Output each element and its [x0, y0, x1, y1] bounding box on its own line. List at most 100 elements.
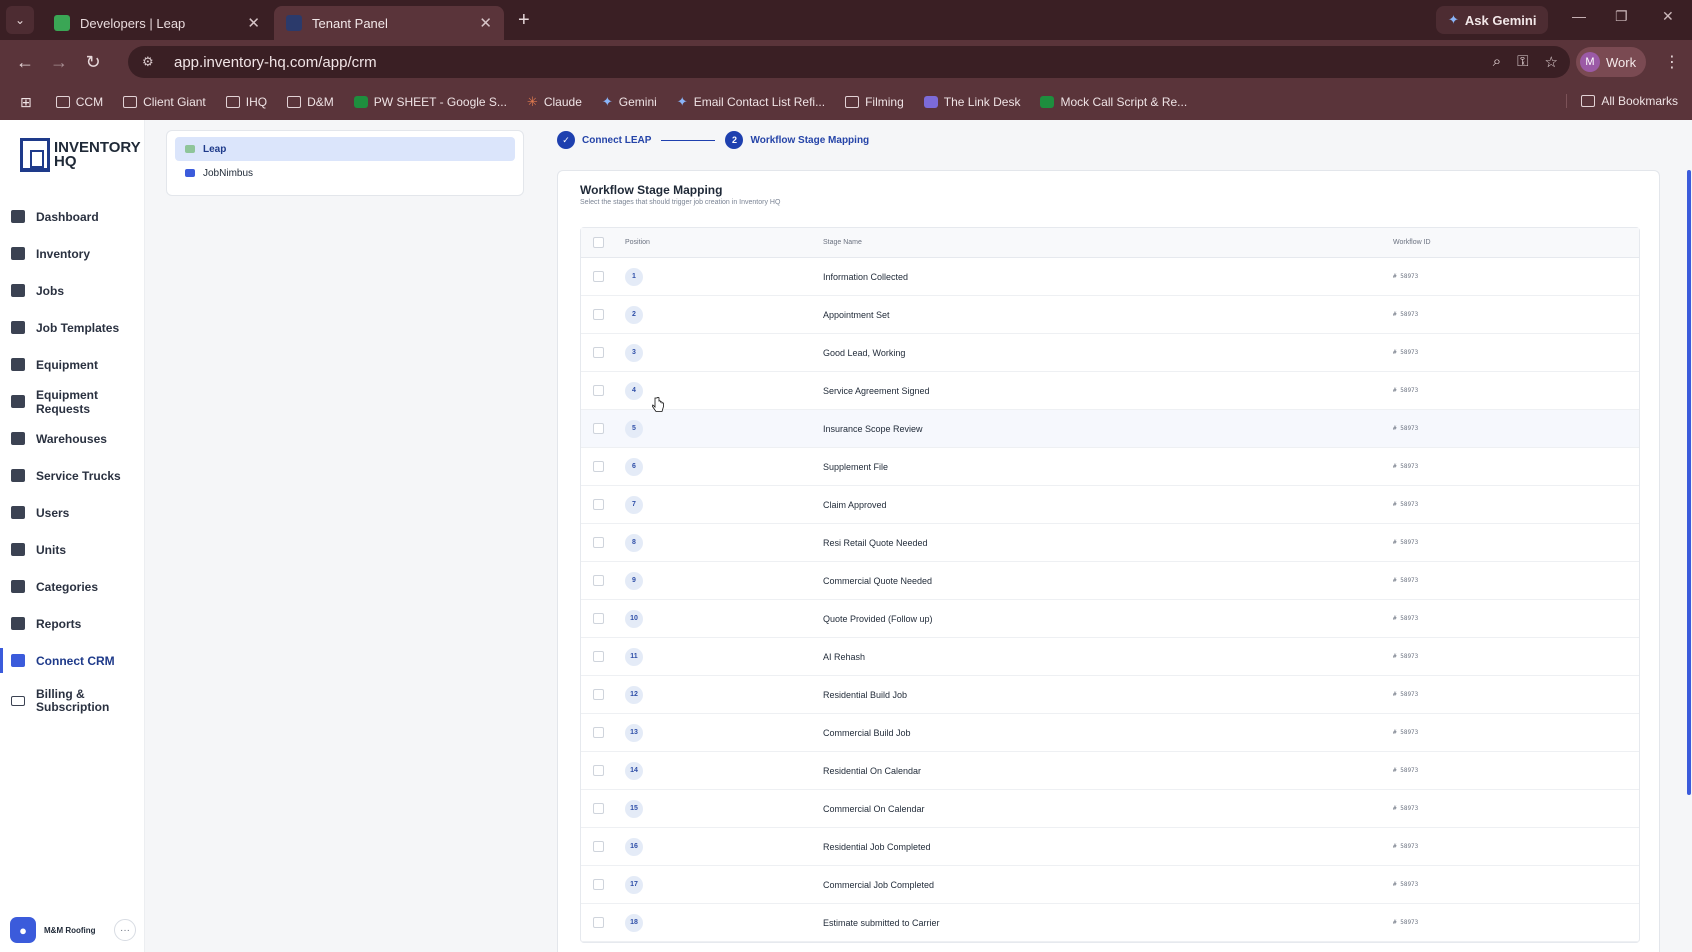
row-checkbox[interactable]	[593, 347, 604, 358]
profile-button[interactable]: M Work	[1576, 47, 1647, 77]
sidebar-item-jobs[interactable]: Jobs	[0, 272, 145, 309]
bookmark-gemini[interactable]: ✦ Gemini	[594, 94, 665, 110]
zoom-icon[interactable]: ⌕	[1493, 53, 1501, 71]
address-bar[interactable]: ⚙ app.inventory-hq.com/app/crm ⌕ ⚿ ☆	[128, 46, 1570, 78]
row-checkbox[interactable]	[593, 461, 604, 472]
stage-name: Good Lead, Working	[823, 347, 906, 358]
apps-grid-icon[interactable]: ⊞	[12, 94, 44, 111]
sidebar-item-units[interactable]: Units	[0, 531, 145, 568]
inventory-hq-logo[interactable]: INVENTORY HQ	[20, 138, 141, 172]
row-checkbox[interactable]	[593, 727, 604, 738]
user-more-button[interactable]: ···	[114, 919, 136, 941]
bookmark-claude[interactable]: ✳ Claude	[519, 94, 590, 110]
row-checkbox[interactable]	[593, 423, 604, 434]
row-checkbox[interactable]	[593, 385, 604, 396]
table-row[interactable]: 12 Residential Build Job # 58973	[581, 676, 1639, 714]
stage-name: Quote Provided (Follow up)	[823, 613, 933, 624]
sidebar-item-categories[interactable]: Categories	[0, 568, 145, 605]
browser-toolbar: ← → ↻ ⚙ app.inventory-hq.com/app/crm ⌕ ⚿…	[0, 40, 1692, 84]
table-row[interactable]: 10 Quote Provided (Follow up) # 58973	[581, 600, 1639, 638]
bookmark-the-link-desk[interactable]: The Link Desk	[916, 95, 1029, 109]
crm-item-jobnimbus[interactable]: JobNimbus	[175, 161, 515, 185]
bookmark-star-icon[interactable]: ☆	[1545, 53, 1558, 71]
bookmark-pw-sheet[interactable]: PW SHEET - Google S...	[346, 95, 515, 109]
bookmark-label: Email Contact List Refi...	[693, 95, 826, 109]
table-row[interactable]: 2 Appointment Set # 58973	[581, 296, 1639, 334]
sidebar-item-billing-subscription[interactable]: Billing & Subscription	[0, 679, 145, 723]
sidebar-item-service-trucks[interactable]: Service Trucks	[0, 457, 145, 494]
table-row[interactable]: 14 Residential On Calendar # 58973	[581, 752, 1639, 790]
new-tab-plus-icon[interactable]: +	[518, 9, 530, 32]
table-row[interactable]: 11 AI Rehash # 58973	[581, 638, 1639, 676]
site-info-icon[interactable]: ⚙	[142, 54, 162, 70]
reload-icon[interactable]: ↻	[76, 52, 110, 73]
close-tab-icon[interactable]: ✕	[247, 14, 260, 32]
bookmark-filming[interactable]: Filming	[837, 95, 912, 109]
table-row[interactable]: 17 Commercial Job Completed # 58973	[581, 866, 1639, 904]
row-checkbox[interactable]	[593, 309, 604, 320]
sidebar-item-job-templates[interactable]: Job Templates	[0, 309, 145, 346]
bookmark-client-giant[interactable]: Client Giant	[115, 95, 214, 109]
bookmark-email-contact-list[interactable]: ✦ Email Contact List Refi...	[669, 94, 833, 110]
crm-item-leap[interactable]: Leap	[175, 137, 515, 161]
sidebar-item-equipment-requests[interactable]: Equipment Requests	[0, 383, 145, 420]
sidebar-item-users[interactable]: Users	[0, 494, 145, 531]
table-row[interactable]: 3 Good Lead, Working # 58973	[581, 334, 1639, 372]
row-checkbox[interactable]	[593, 537, 604, 548]
row-checkbox[interactable]	[593, 917, 604, 928]
back-arrow-icon[interactable]: ←	[8, 52, 42, 73]
table-row[interactable]: 15 Commercial On Calendar # 58973	[581, 790, 1639, 828]
row-checkbox[interactable]	[593, 803, 604, 814]
row-checkbox[interactable]	[593, 879, 604, 890]
page-scrollbar[interactable]	[1687, 170, 1691, 795]
table-row[interactable]: 8 Resi Retail Quote Needed # 58973	[581, 524, 1639, 562]
ask-gemini-button[interactable]: ✦ Ask Gemini	[1436, 6, 1549, 34]
table-row[interactable]: 7 Claim Approved # 58973	[581, 486, 1639, 524]
close-tab-icon[interactable]: ✕	[479, 14, 492, 32]
all-bookmarks[interactable]: All Bookmarks	[1566, 94, 1678, 108]
user-account[interactable]: ● M&M Roofing ···	[10, 916, 136, 944]
row-checkbox[interactable]	[593, 499, 604, 510]
bookmark-mock-call-script[interactable]: Mock Call Script & Re...	[1032, 95, 1195, 109]
table-row[interactable]: 1 Information Collected # 58973	[581, 258, 1639, 296]
table-row[interactable]: 18 Estimate submitted to Carrier # 58973	[581, 904, 1639, 942]
table-row[interactable]: 13 Commercial Build Job # 58973	[581, 714, 1639, 752]
row-checkbox[interactable]	[593, 651, 604, 662]
row-checkbox[interactable]	[593, 841, 604, 852]
minimize-window-icon[interactable]: —	[1572, 8, 1586, 24]
forward-arrow-icon[interactable]: →	[42, 52, 76, 73]
row-checkbox[interactable]	[593, 765, 604, 776]
browser-menu-icon[interactable]: ⋮	[1664, 52, 1680, 72]
restore-window-icon[interactable]: ❐	[1615, 8, 1628, 25]
sidebar-item-inventory[interactable]: Inventory	[0, 235, 145, 272]
sidebar-item-dashboard[interactable]: Dashboard	[0, 198, 145, 235]
row-checkbox[interactable]	[593, 613, 604, 624]
sidebar-item-warehouses[interactable]: Warehouses	[0, 420, 145, 457]
tab-search-chevron-icon[interactable]: ⌄	[6, 6, 34, 34]
sidebar-item-equipment[interactable]: Equipment	[0, 346, 145, 383]
close-window-icon[interactable]: ✕	[1662, 8, 1674, 25]
position-badge: 1	[625, 267, 643, 286]
sidebar-item-connect-crm[interactable]: Connect CRM	[0, 642, 145, 679]
row-checkbox[interactable]	[593, 271, 604, 282]
browser-tab-tenant-panel[interactable]: Tenant Panel ✕	[274, 6, 504, 40]
bookmark-dm[interactable]: D&M	[279, 95, 342, 109]
row-checkbox[interactable]	[593, 689, 604, 700]
table-row[interactable]: 5 Insurance Scope Review # 58973	[581, 410, 1639, 448]
select-all-checkbox[interactable]	[593, 237, 604, 248]
step-connect-leap[interactable]: Connect LEAP	[582, 135, 651, 146]
bookmark-ihq[interactable]: IHQ	[218, 95, 275, 109]
table-row[interactable]: 16 Residential Job Completed # 58973	[581, 828, 1639, 866]
table-row[interactable]: 9 Commercial Quote Needed # 58973	[581, 562, 1639, 600]
browser-tab-developers-leap[interactable]: Developers | Leap ✕	[42, 6, 272, 40]
sidebar-item-reports[interactable]: Reports	[0, 605, 145, 642]
step-workflow-stage-mapping[interactable]: Workflow Stage Mapping	[750, 135, 869, 146]
row-checkbox[interactable]	[593, 575, 604, 586]
table-row[interactable]: 6 Supplement File # 58973	[581, 448, 1639, 486]
stage-name: Claim Approved	[823, 499, 887, 510]
password-key-icon[interactable]: ⚿	[1517, 53, 1528, 71]
position-badge: 9	[625, 571, 643, 590]
table-row[interactable]: 4 Service Agreement Signed # 58973	[581, 372, 1639, 410]
bookmark-label: IHQ	[245, 95, 268, 109]
bookmark-ccm[interactable]: CCM	[48, 95, 111, 109]
